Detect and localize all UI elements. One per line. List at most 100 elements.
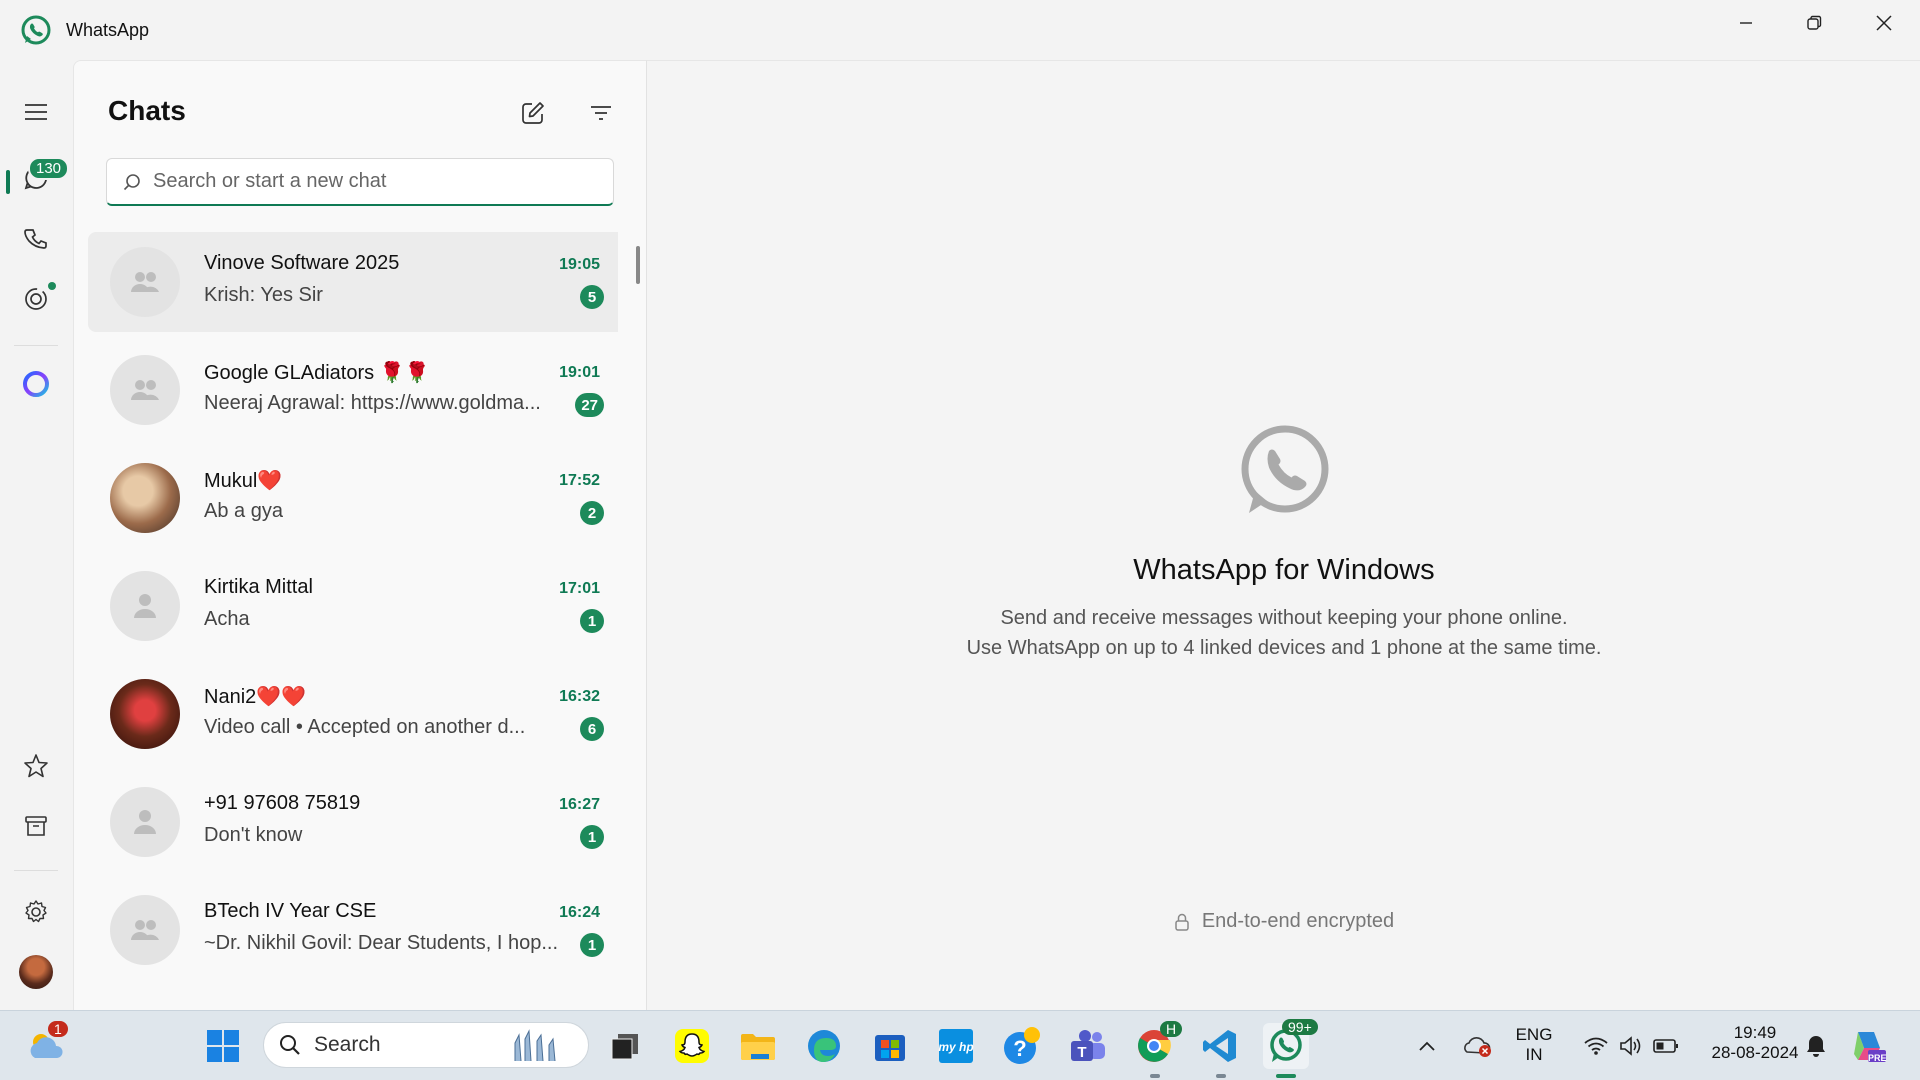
search-highlight-icon: [514, 1029, 556, 1061]
chat-name: Mukul❤️: [204, 470, 283, 492]
intro-title: WhatsApp for Windows: [1133, 554, 1435, 586]
network-sound-battery-button[interactable]: [1568, 1023, 1694, 1069]
chat-list-scrollbar[interactable]: [636, 246, 640, 284]
teams-app-button[interactable]: T: [1065, 1023, 1111, 1069]
microsoft-store-button[interactable]: [867, 1023, 913, 1069]
nav-calls-button[interactable]: [20, 224, 52, 256]
vscode-icon: [1203, 1030, 1236, 1062]
search-bar[interactable]: [106, 158, 614, 206]
chat-list-item[interactable]: Kirtika Mittal Acha 17:01 1: [88, 556, 618, 656]
unread-count-badge: 1: [580, 825, 604, 849]
settings-button[interactable]: [20, 896, 52, 928]
whatsapp-phone-icon: [1241, 425, 1329, 513]
edge-icon: [808, 1030, 840, 1062]
vscode-running-indicator: [1216, 1074, 1226, 1078]
start-button[interactable]: [200, 1023, 246, 1069]
group-avatar-icon: [131, 272, 159, 292]
minimize-icon: [1740, 22, 1752, 24]
clock-button[interactable]: 19:49 28-08-2024: [1700, 1023, 1810, 1063]
restore-icon: [1807, 15, 1822, 30]
search-input[interactable]: [153, 170, 593, 193]
unread-count-badge: 1: [580, 609, 604, 633]
chat-list-item[interactable]: Google GLAdiators 🌹🌹 Neeraj Agrawal: http…: [88, 340, 618, 440]
person-avatar-icon: [134, 594, 156, 618]
chat-timestamp: 16:27: [559, 796, 600, 813]
chat-list-panel: Chats Vinove Software 2025 Krish: Yes Sir…: [73, 60, 646, 1010]
filter-chats-button[interactable]: [585, 97, 617, 129]
archived-chats-button[interactable]: [20, 810, 52, 842]
filter-icon: [591, 106, 611, 120]
myhp-icon: my hp: [938, 1029, 974, 1063]
snapchat-icon: [675, 1029, 709, 1063]
windows-taskbar: 1 Search my hp ? T H 99+ ENG IN 19:49 28…: [0, 1010, 1920, 1080]
title-bar: WhatsApp: [0, 0, 1920, 60]
chat-list-item[interactable]: Vinove Software 2025 Krish: Yes Sir 19:05 5: [88, 232, 618, 332]
folder-icon: [741, 1034, 775, 1060]
clock-date: 28-08-2024: [1711, 1043, 1799, 1062]
wifi-icon: [1584, 1037, 1608, 1055]
bell-icon: [1807, 1036, 1825, 1057]
task-view-icon: [611, 1034, 638, 1060]
whatsapp-logo-icon: [21, 15, 51, 45]
app-title: WhatsApp: [66, 20, 150, 40]
svg-text:?: ?: [1013, 1036, 1026, 1061]
meta-ai-button[interactable]: [20, 368, 52, 400]
chat-list-item[interactable]: Nani2❤️❤️ Video call • Accepted on anothe…: [88, 664, 618, 764]
lock-icon: [1175, 913, 1189, 931]
get-help-button[interactable]: ?: [999, 1023, 1045, 1069]
taskbar-search-icon: [280, 1035, 300, 1055]
chat-timestamp: 19:05: [559, 256, 600, 273]
intro-description-line1: Send and receive messages without keepin…: [1000, 607, 1568, 629]
rail-divider: [14, 345, 58, 346]
onedrive-error-icon: [1464, 1037, 1491, 1057]
chat-avatar: [110, 787, 180, 857]
copilot-pre-badge: PRE: [1868, 1053, 1887, 1063]
close-icon: [1876, 15, 1892, 31]
clock-time: 19:49: [1733, 1023, 1777, 1042]
chat-avatar: [110, 463, 180, 533]
chrome-profile-badge: H: [1160, 1021, 1183, 1037]
edge-browser-button[interactable]: [801, 1023, 847, 1069]
unread-count-badge: 2: [580, 501, 604, 525]
chat-list-item[interactable]: Mukul❤️ Ab a gya 17:52 2: [88, 448, 618, 548]
myhp-app-button[interactable]: my hp: [933, 1023, 979, 1069]
snapchat-app-button[interactable]: [669, 1023, 715, 1069]
restore-button[interactable]: [1780, 0, 1848, 46]
task-view-button[interactable]: [602, 1023, 648, 1069]
navigation-rail: 130: [0, 60, 73, 1010]
gear-icon: [25, 900, 47, 923]
starred-messages-button[interactable]: [20, 750, 52, 782]
show-hidden-icons-button[interactable]: [1407, 1023, 1447, 1069]
menu-button[interactable]: [20, 96, 52, 128]
chat-name: BTech IV Year CSE: [204, 900, 377, 922]
taskbar-search-box[interactable]: Search: [263, 1022, 589, 1068]
store-icon: [875, 1035, 905, 1061]
person-avatar-icon: [134, 810, 156, 834]
weather-badge: 1: [48, 1021, 68, 1037]
unread-count-badge: 1: [580, 933, 604, 957]
active-indicator: [6, 170, 10, 194]
chrome-running-indicator: [1150, 1074, 1160, 1078]
region-label: IN: [1525, 1045, 1543, 1064]
teams-icon: T: [1071, 1030, 1105, 1061]
notifications-button[interactable]: [1796, 1023, 1836, 1069]
panel-title: Chats: [108, 95, 186, 126]
volume-icon: [1620, 1036, 1641, 1056]
input-language-button[interactable]: ENG IN: [1506, 1025, 1562, 1065]
minimize-button[interactable]: [1712, 0, 1780, 46]
onedrive-tray-button[interactable]: [1456, 1023, 1500, 1069]
new-chat-button[interactable]: [517, 97, 549, 129]
close-button[interactable]: [1850, 0, 1918, 46]
file-explorer-button[interactable]: [735, 1023, 781, 1069]
vscode-app-button[interactable]: [1197, 1023, 1243, 1069]
chats-unread-badge: 130: [28, 157, 70, 180]
chat-last-message: Ab a gya: [204, 500, 283, 522]
phone-icon: [24, 229, 47, 249]
status-update-dot: [48, 282, 56, 290]
svg-text:my hp: my hp: [938, 1040, 973, 1054]
chat-list-item[interactable]: BTech IV Year CSE ~Dr. Nikhil Govil: Dear…: [88, 880, 618, 980]
chat-timestamp: 17:52: [559, 472, 600, 489]
profile-avatar[interactable]: [19, 955, 53, 989]
chat-list-item[interactable]: +91 97608 75819 Don't know 16:27 1: [88, 772, 618, 872]
chat-avatar: [110, 679, 180, 749]
